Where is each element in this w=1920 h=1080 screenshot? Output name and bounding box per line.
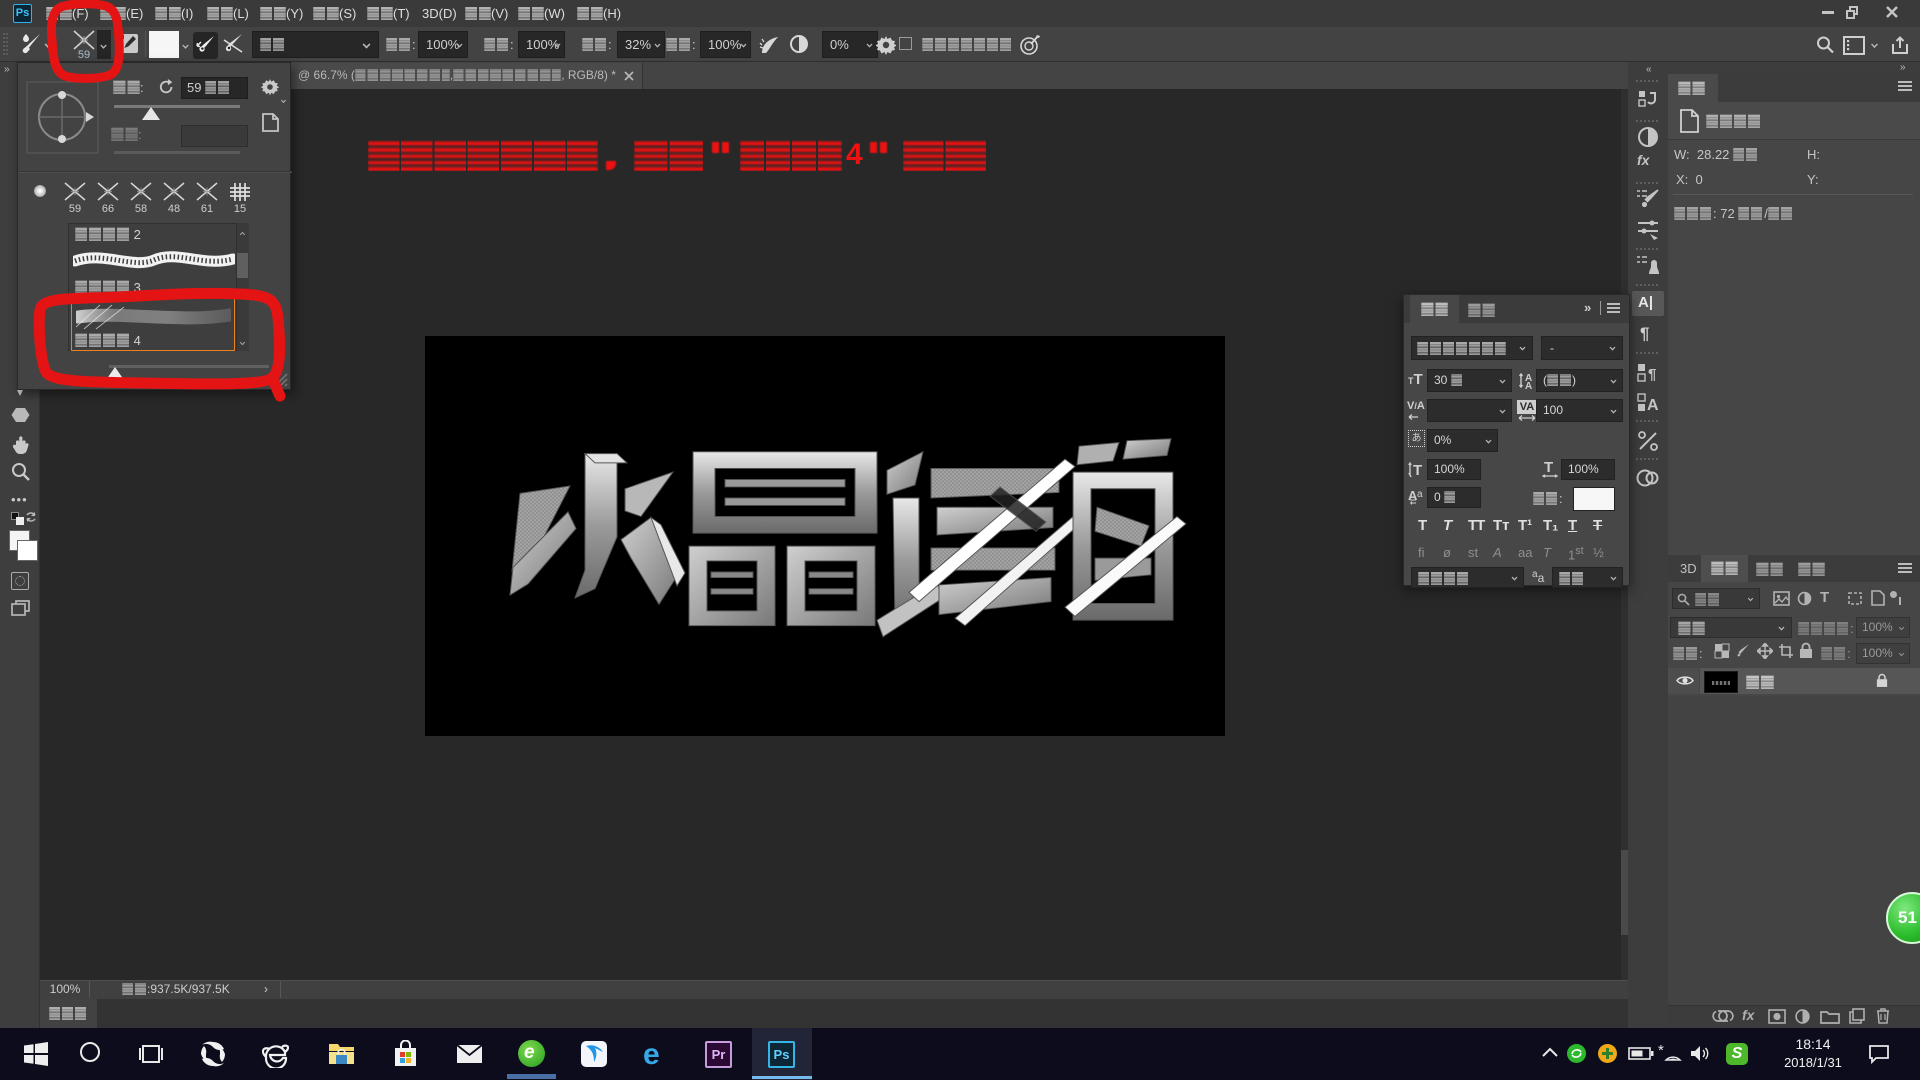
svg-text:¶: ¶ — [1648, 366, 1656, 383]
svg-text:T: T — [1413, 462, 1422, 479]
svg-text:A: A — [1647, 397, 1659, 414]
svg-text:A: A — [1525, 381, 1532, 390]
svg-text:a: a — [1417, 489, 1423, 500]
svg-text:T: T — [1544, 459, 1553, 476]
